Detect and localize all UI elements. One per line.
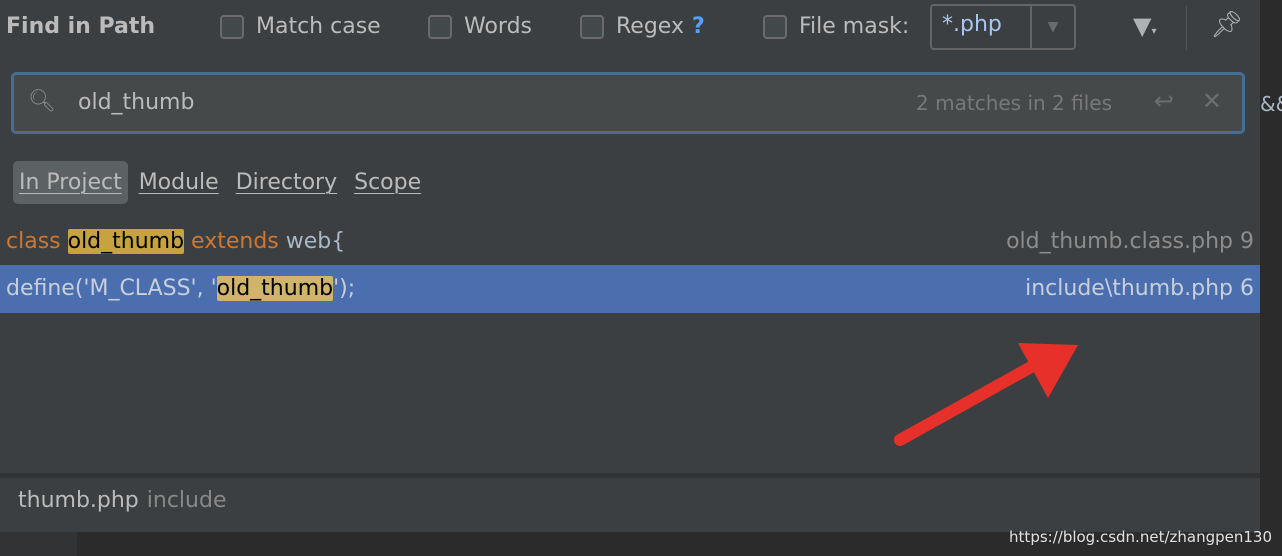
watermark: https://blog.csdn.net/zhangpen130: [1009, 528, 1272, 546]
annotation-arrow: [894, 343, 1078, 446]
arrow-shaft: [894, 356, 1046, 446]
